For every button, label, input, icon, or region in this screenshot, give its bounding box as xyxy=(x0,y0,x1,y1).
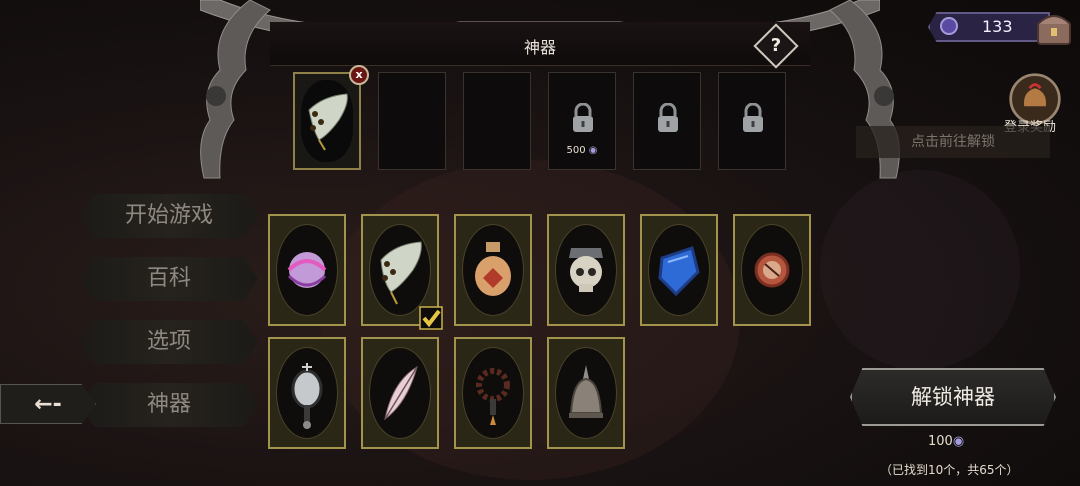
prayer-beads-icon xyxy=(476,368,510,425)
menu-encyclopedia[interactable]: 百科 xyxy=(80,257,258,301)
feather-icon xyxy=(384,365,418,421)
equipped-slot-2[interactable] xyxy=(378,72,446,170)
potion-flask-icon xyxy=(475,242,511,296)
equipped-slot-3[interactable] xyxy=(463,72,531,170)
lock-icon xyxy=(658,103,678,132)
artifact-panel-header: 神器 xyxy=(270,22,810,66)
equipped-slot-4-locked[interactable]: 500 ◉ xyxy=(548,72,616,170)
menu-artifacts[interactable]: 神器 xyxy=(80,383,258,427)
horn-icon xyxy=(380,241,422,305)
bell-icon xyxy=(569,365,603,418)
equipped-slot-1[interactable] xyxy=(293,72,361,170)
equipped-slot-5-locked[interactable] xyxy=(633,72,701,170)
menu-options[interactable]: 选项 xyxy=(80,320,258,364)
panel-title: 神器 xyxy=(523,38,556,57)
artifact-card-feather[interactable] xyxy=(361,337,439,449)
equipped-slot-6-locked[interactable] xyxy=(718,72,786,170)
artifact-card-skull[interactable] xyxy=(547,214,625,326)
gem-icon xyxy=(940,17,958,35)
lock-icon xyxy=(573,103,593,132)
gem-icon: ◉ xyxy=(952,434,965,449)
artifact-card-potion[interactable] xyxy=(454,214,532,326)
skull-icon xyxy=(569,248,603,292)
artifact-card-bell[interactable] xyxy=(547,337,625,449)
menu-start-game[interactable]: 开始游戏 xyxy=(80,194,258,238)
equipped-checkmark-icon xyxy=(419,306,443,330)
artifact-card-blue-shield[interactable] xyxy=(640,214,718,326)
found-count-text: （已找到10个，共65个） xyxy=(880,463,1019,477)
gem-icon: ◉ xyxy=(588,145,598,156)
hand-mirror-icon xyxy=(291,363,323,429)
horn-icon xyxy=(308,93,348,151)
purple-orb-icon xyxy=(287,252,327,288)
unlock-cost: 100◉ xyxy=(928,434,965,449)
blue-shield-icon xyxy=(658,246,700,297)
background-character xyxy=(820,170,1020,370)
help-label: ? xyxy=(770,35,782,56)
back-button[interactable]: ←- xyxy=(0,384,96,424)
currency-value: 133 xyxy=(982,17,1013,36)
treasure-chest-icon[interactable] xyxy=(1034,8,1074,48)
compass-icon xyxy=(754,252,790,288)
remove-artifact-button[interactable]: x xyxy=(349,65,369,85)
artifact-card-purple-orb[interactable] xyxy=(268,214,346,326)
artifact-card-beads[interactable] xyxy=(454,337,532,449)
unlock-artifact-button[interactable]: 解锁神器 xyxy=(850,368,1056,426)
unlock-hint[interactable]: 点击前往解锁 xyxy=(856,126,1050,158)
lock-icon xyxy=(743,103,763,132)
artifact-card-mirror[interactable] xyxy=(268,337,346,449)
artifact-card-compass[interactable] xyxy=(733,214,811,326)
slot-unlock-cost: 500 ◉ xyxy=(566,145,598,156)
